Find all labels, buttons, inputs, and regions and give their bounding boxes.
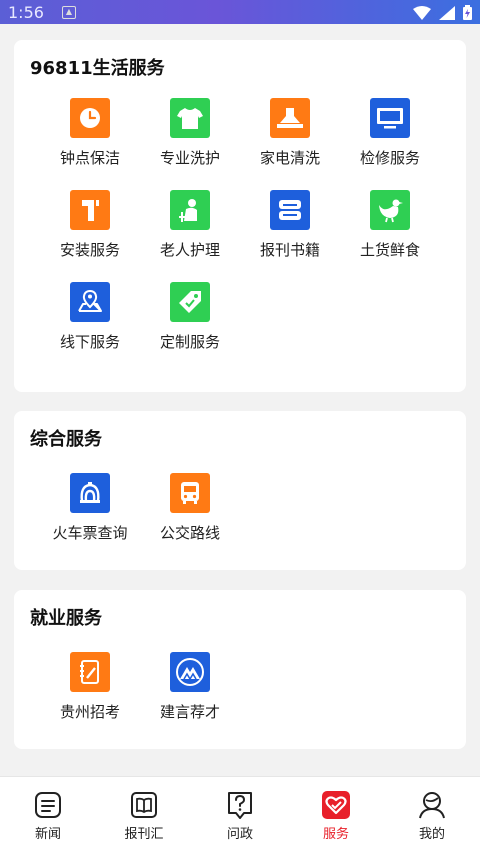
news-icon — [32, 789, 64, 821]
notebook-icon — [70, 652, 110, 692]
service-label: 线下服务 — [59, 333, 120, 351]
heart-service-icon — [320, 789, 352, 821]
service-bus-routes[interactable]: 公交路线 — [140, 473, 240, 543]
service-books[interactable]: 报刊书籍 — [240, 190, 340, 260]
nav-label: 新闻 — [34, 827, 61, 842]
clock-icon — [70, 98, 110, 138]
employment-services-title: 就业服务 — [30, 608, 102, 629]
life-services-grid: 钟点保洁 专业洗护 家电清洗 检修服务 安装服务 老人护理 报刊书籍 土货鲜食 … — [14, 98, 466, 352]
book-icon — [270, 190, 310, 230]
service-repair[interactable]: 检修服务 — [340, 98, 440, 168]
nav-item-profile[interactable]: 我的 — [384, 777, 480, 853]
service-train-tickets[interactable]: 火车票查询 — [40, 473, 140, 543]
service-fresh-food[interactable]: 土货鲜食 — [340, 190, 440, 260]
service-label: 建言荐才 — [159, 703, 220, 721]
train-icon — [70, 473, 110, 513]
service-laundry[interactable]: 专业洗护 — [140, 98, 240, 168]
life-services-title: 96811生活服务 — [30, 58, 165, 79]
service-label: 专业洗护 — [159, 149, 220, 167]
newspaper-book-icon — [128, 789, 160, 821]
service-custom[interactable]: 定制服务 — [140, 282, 240, 352]
status-time: 1:56 — [8, 3, 44, 22]
bottom-nav: 新闻 报刊汇 问政 服务 我的 — [0, 776, 480, 853]
service-cleaning[interactable]: 钟点保洁 — [40, 98, 140, 168]
bus-icon — [170, 473, 210, 513]
signal-icon — [439, 5, 455, 20]
employment-services-card: 就业服务 贵州招考 建言荐才 — [14, 590, 466, 749]
battery-icon — [463, 5, 472, 20]
service-label: 土货鲜食 — [359, 241, 420, 259]
general-services-grid: 火车票查询 公交路线 — [14, 473, 466, 543]
range-hood-icon — [270, 98, 310, 138]
service-label: 家电清洗 — [259, 149, 320, 167]
tshirt-icon — [170, 98, 210, 138]
nav-item-services[interactable]: 服务 — [288, 777, 384, 853]
status-bar: 1:56 ▲ — [0, 0, 480, 24]
status-icons — [413, 5, 472, 20]
tag-icon — [170, 282, 210, 322]
question-icon — [224, 789, 256, 821]
service-guizhou-exams[interactable]: 贵州招考 — [40, 652, 140, 722]
nav-label: 问政 — [226, 827, 253, 842]
service-talent-recommend[interactable]: 建言荐才 — [140, 652, 240, 722]
elderly-icon — [170, 190, 210, 230]
nav-item-newspapers[interactable]: 报刊汇 — [96, 777, 192, 853]
service-label: 安装服务 — [59, 241, 120, 259]
employment-services-grid: 贵州招考 建言荐才 — [14, 652, 466, 722]
wifi-icon — [413, 5, 431, 20]
nav-label: 服务 — [322, 827, 349, 842]
service-label: 定制服务 — [159, 333, 220, 351]
nav-item-news[interactable]: 新闻 — [0, 777, 96, 853]
service-label: 钟点保洁 — [59, 149, 120, 167]
map-pin-icon — [70, 282, 110, 322]
service-label: 老人护理 — [159, 241, 220, 259]
service-label: 报刊书籍 — [259, 241, 320, 259]
service-elderly-care[interactable]: 老人护理 — [140, 190, 240, 260]
monitor-icon — [370, 98, 410, 138]
service-label: 贵州招考 — [59, 703, 120, 721]
nav-item-politics-qa[interactable]: 问政 — [192, 777, 288, 853]
mountain-icon — [170, 652, 210, 692]
nav-label: 报刊汇 — [124, 827, 164, 842]
install-icon — [70, 190, 110, 230]
service-appliance-cleaning[interactable]: 家电清洗 — [240, 98, 340, 168]
service-label: 火车票查询 — [52, 524, 128, 542]
general-services-card: 综合服务 火车票查询 公交路线 — [14, 411, 466, 570]
service-offline[interactable]: 线下服务 — [40, 282, 140, 352]
notification-alert-icon: ▲ — [62, 6, 76, 19]
general-services-title: 综合服务 — [30, 429, 102, 450]
profile-icon — [416, 789, 448, 821]
service-installation[interactable]: 安装服务 — [40, 190, 140, 260]
chicken-icon — [370, 190, 410, 230]
life-services-card: 96811生活服务 钟点保洁 专业洗护 家电清洗 检修服务 安装服务 老人护理 … — [14, 40, 466, 392]
nav-label: 我的 — [418, 827, 445, 842]
service-label: 公交路线 — [159, 524, 220, 542]
service-label: 检修服务 — [359, 149, 420, 167]
